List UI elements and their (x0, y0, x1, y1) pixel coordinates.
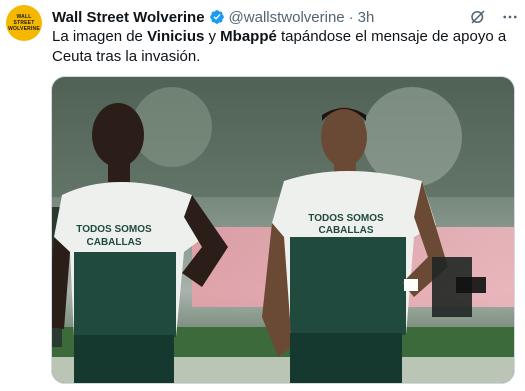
right-shirt-text-2: CABALLAS (319, 225, 374, 236)
left-shirt-text-2: CABALLAS (87, 237, 142, 248)
verified-badge-icon (209, 10, 224, 24)
left-shirt-text-1: TODOS SOMOS (76, 224, 152, 235)
tweet-header: Wall Street Wolverine @wallstwolverine ·… (52, 7, 517, 27)
grok-icon[interactable] (469, 8, 487, 26)
user-handle[interactable]: @wallstwolverine (229, 9, 345, 26)
tweet-text-part: y (204, 28, 221, 45)
tweet-bold-vinicius: Vinicius (147, 28, 205, 45)
tweet-bold-mbappe: Mbappé (220, 28, 277, 45)
tweet-text: La imagen de Vinicius y Mbappé tapándose… (52, 27, 512, 67)
separator-dot: · (348, 8, 354, 26)
avatar-text-line2: WOLVERINE (8, 26, 40, 32)
timestamp[interactable]: 3h (358, 9, 375, 26)
display-name[interactable]: Wall Street Wolverine (52, 9, 205, 26)
tweet-media-photo[interactable]: TODOS SOMOS CABALLAS TODOS SOMOS CABALLA… (51, 76, 515, 384)
tweet-text-part: La imagen de (52, 28, 148, 45)
photo-illustration: TODOS SOMOS CABALLAS TODOS SOMOS CABALLA… (52, 77, 514, 383)
right-shirt-text-3: FLY BETTER (322, 236, 371, 245)
avatar[interactable]: WALL STREET WOLVERINE (6, 5, 42, 41)
avatar-text-line1: WALL STREET (13, 14, 35, 26)
more-options-icon[interactable] (501, 8, 519, 26)
right-shirt-text-1: TODOS SOMOS (308, 213, 384, 224)
tweet-actions (469, 8, 519, 26)
